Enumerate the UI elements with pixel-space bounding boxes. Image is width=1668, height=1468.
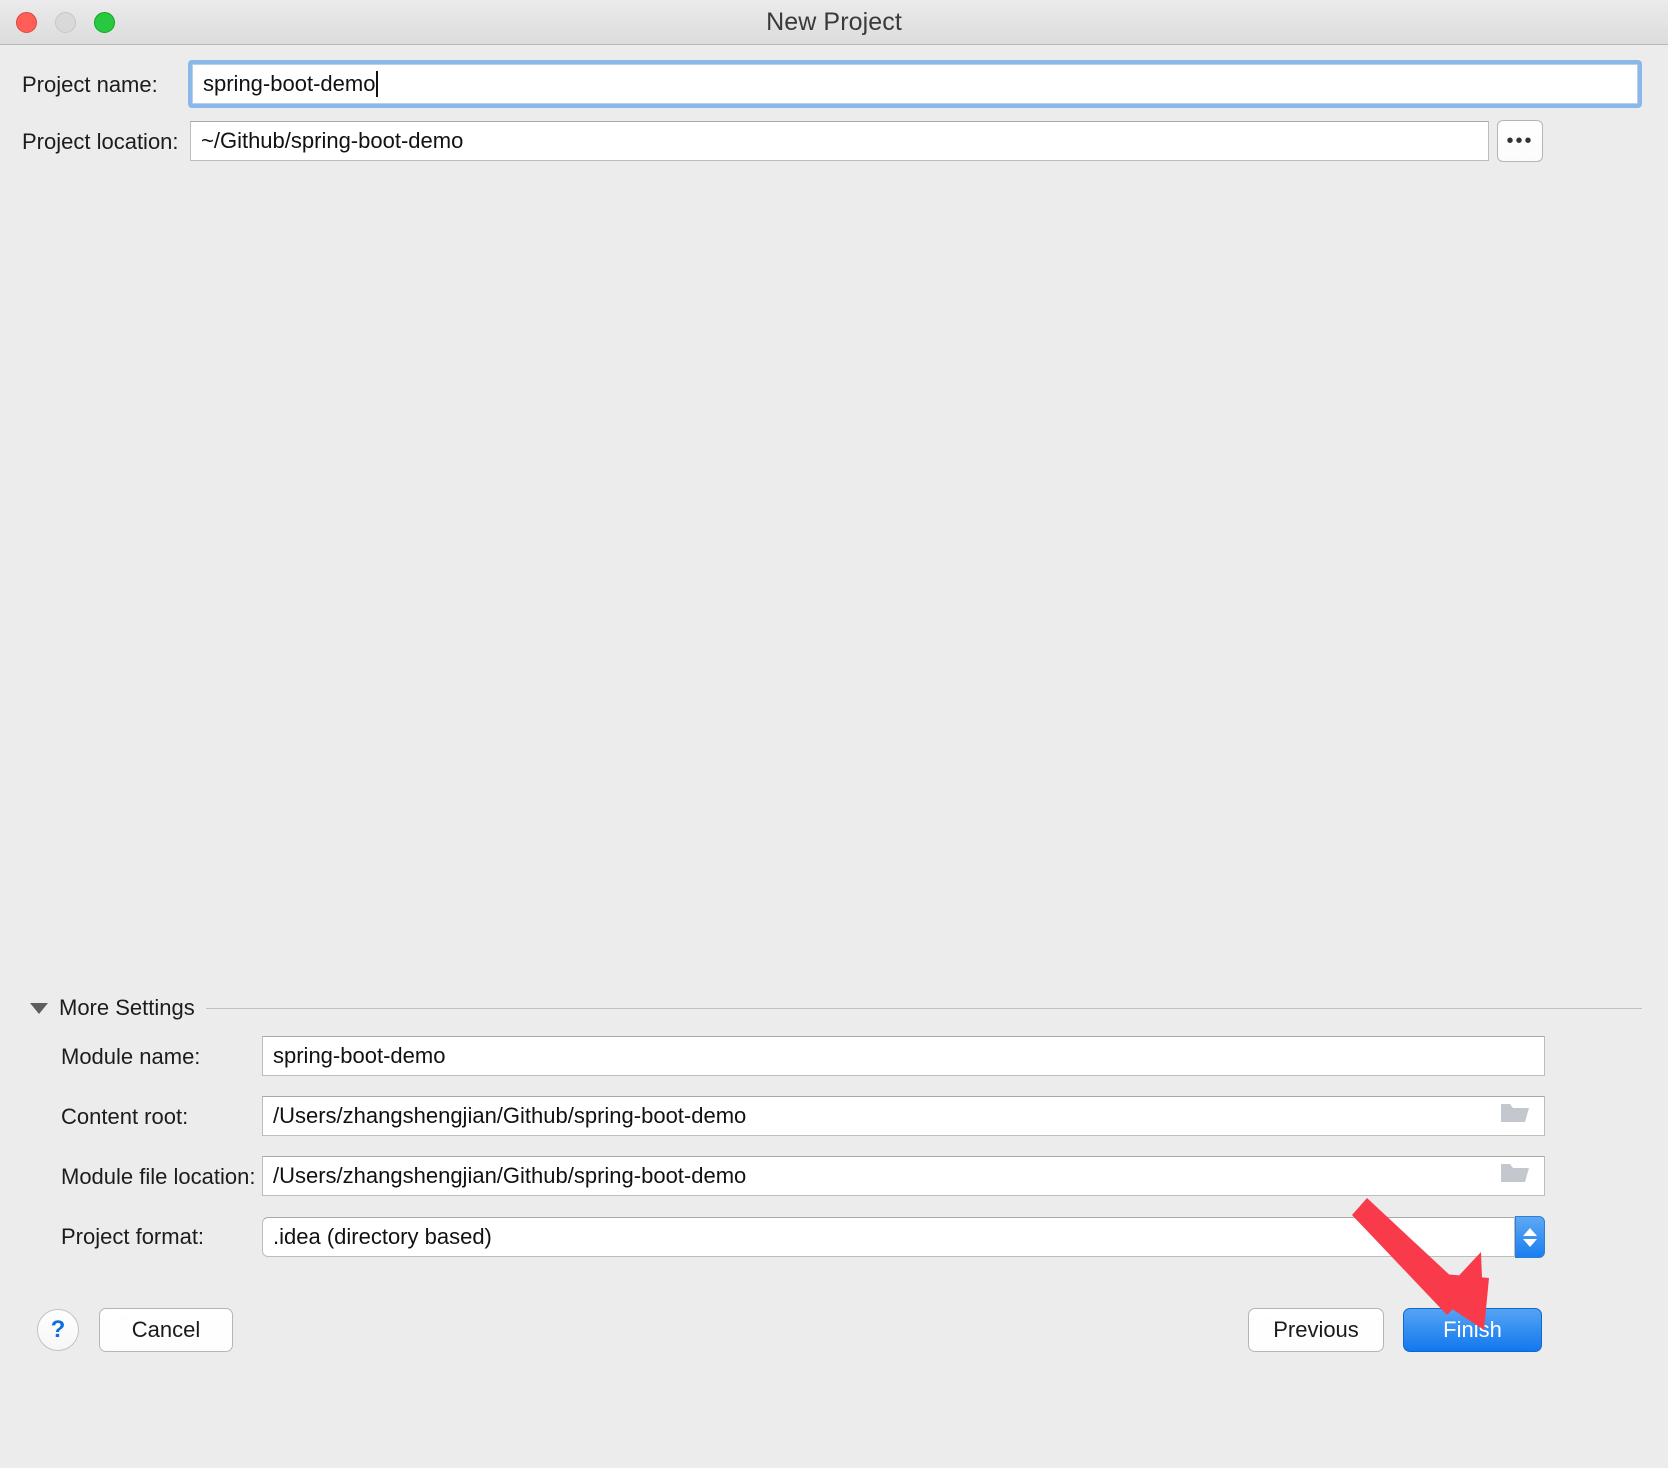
module-file-location-label: Module file location:	[61, 1164, 256, 1189]
module-name-input[interactable]: spring-boot-demo	[262, 1036, 1545, 1076]
finish-button[interactable]: Finish	[1403, 1308, 1542, 1352]
chevron-down-icon[interactable]	[1523, 1238, 1537, 1247]
chevron-up-icon[interactable]	[1523, 1227, 1537, 1236]
window-titlebar: New Project	[0, 0, 1668, 45]
previous-button[interactable]: Previous	[1248, 1308, 1384, 1352]
chevron-down-icon[interactable]	[30, 1002, 48, 1014]
text-caret	[376, 71, 379, 97]
folder-icon[interactable]	[1500, 1101, 1530, 1131]
cancel-button[interactable]: Cancel	[99, 1308, 233, 1352]
project-format-combo[interactable]: .idea (directory based)	[262, 1216, 1545, 1258]
project-name-input-wrapper: spring-boot-demo	[188, 60, 1642, 108]
project-location-value: ~/Github/spring-boot-demo	[201, 128, 464, 153]
help-button[interactable]: ?	[37, 1309, 79, 1351]
content-root-value: /Users/zhangshengjian/Github/spring-boot…	[273, 1103, 747, 1128]
module-file-location-input[interactable]: /Users/zhangshengjian/Github/spring-boot…	[262, 1156, 1545, 1196]
project-location-label: Project location:	[22, 129, 179, 154]
new-project-dialog: New Project Project name: spring-boot-de…	[0, 0, 1668, 1468]
content-root-label: Content root:	[61, 1104, 189, 1129]
project-location-input[interactable]: ~/Github/spring-boot-demo	[190, 121, 1489, 161]
module-name-label: Module name:	[61, 1044, 201, 1069]
project-format-value: .idea (directory based)	[273, 1224, 492, 1249]
content-root-input[interactable]: /Users/zhangshengjian/Github/spring-boot…	[262, 1096, 1545, 1136]
window-title: New Project	[766, 8, 902, 36]
project-format-stepper[interactable]	[1515, 1216, 1545, 1258]
browse-project-location-button[interactable]: •••	[1497, 120, 1543, 162]
project-format-input[interactable]: .idea (directory based)	[262, 1217, 1515, 1257]
project-name-value: spring-boot-demo	[203, 71, 376, 96]
project-name-input[interactable]: spring-boot-demo	[192, 64, 1638, 104]
project-name-label: Project name:	[22, 72, 158, 97]
project-format-label: Project format:	[61, 1224, 205, 1249]
folder-icon[interactable]	[1500, 1161, 1530, 1191]
more-settings-section-header[interactable]: More Settings	[30, 995, 1642, 1021]
section-divider	[205, 1007, 1642, 1009]
more-settings-label: More Settings	[59, 995, 195, 1020]
module-name-value: spring-boot-demo	[273, 1043, 446, 1068]
module-file-location-value: /Users/zhangshengjian/Github/spring-boot…	[273, 1163, 747, 1188]
